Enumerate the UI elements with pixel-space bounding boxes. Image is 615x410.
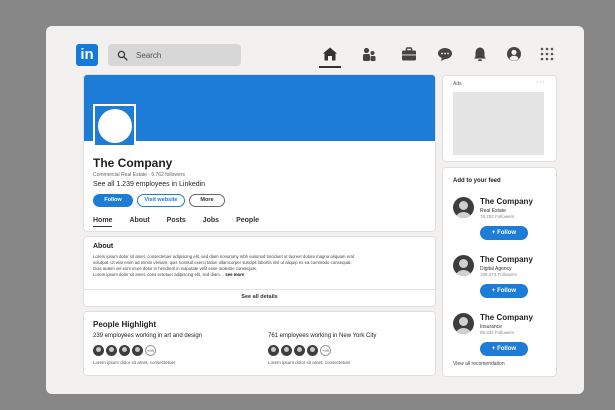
avatar[interactable] (453, 255, 474, 276)
feed-title: Add to your feed (453, 178, 501, 184)
chat-icon[interactable] (436, 45, 454, 63)
avatar-stack: +99 (93, 345, 202, 356)
people-group-caption: Lorem ipsum dolor sit amet, consectetuer (268, 360, 351, 365)
suggestion-followers: 78.292 Followers (480, 214, 515, 219)
suggestion-name[interactable]: The Company (480, 197, 533, 206)
see-more-link[interactable]: see more (225, 272, 244, 277)
tab-about[interactable]: About (129, 217, 149, 227)
about-line: Lorem ipsum dolor sit amet, cons ectetue… (93, 272, 225, 277)
search-icon (117, 50, 128, 61)
feed-suggestions-card: Add to your feed The Company Real Estate… (442, 167, 557, 377)
follow-button[interactable]: + Follow (480, 342, 528, 356)
grid-icon[interactable] (538, 45, 556, 63)
people-highlight-title: People Highlight (93, 320, 157, 329)
people-group-nyc[interactable]: 761 employees working in New York City +… (268, 333, 376, 365)
divider (84, 289, 435, 290)
avatar[interactable] (453, 313, 474, 334)
people-icon[interactable] (360, 45, 378, 63)
people-group-heading: 761 employees working in New York City (268, 333, 377, 339)
ads-label: Ads (453, 81, 462, 87)
avatar (307, 345, 318, 356)
people-group-heading: 239 employees working in art and design (93, 333, 203, 339)
avatar-stack: +99 (268, 345, 376, 356)
people-highlight-card: People Highlight 239 employees working i… (83, 311, 436, 376)
app-window: in Search The Company Commercial Real Es… (46, 26, 584, 394)
briefcase-icon[interactable] (400, 45, 418, 63)
follow-button[interactable]: Follow (93, 194, 133, 207)
tab-jobs[interactable]: Jobs (203, 217, 219, 227)
company-name: The Company (93, 156, 173, 170)
suggestion-name[interactable]: The Company (480, 255, 533, 264)
tab-home[interactable]: Home (93, 217, 113, 227)
follow-button[interactable]: + Follow (480, 284, 528, 298)
see-all-details-link[interactable]: See all details (84, 294, 435, 300)
follow-button[interactable]: + Follow (480, 226, 528, 240)
view-all-recommendations-link[interactable]: View all recomendation (453, 361, 505, 367)
tab-people[interactable]: People (236, 217, 259, 227)
ads-menu-icon[interactable]: ··· (536, 79, 546, 86)
avatar (106, 345, 117, 356)
search-bar[interactable]: Search (108, 44, 241, 66)
cover-banner (84, 75, 435, 141)
more-avatars-badge: +99 (320, 345, 331, 356)
about-title: About (93, 243, 114, 250)
linkedin-logo[interactable]: in (76, 44, 98, 66)
people-group-art[interactable]: 239 employees working in art and design … (93, 333, 202, 365)
avatar (119, 345, 130, 356)
avatar (294, 345, 305, 356)
tab-posts[interactable]: Posts (167, 217, 186, 227)
suggestion-followers: 89.332 Followers (480, 330, 515, 335)
more-avatars-badge: +99 (145, 345, 156, 356)
bell-icon[interactable] (471, 45, 489, 63)
avatar (132, 345, 143, 356)
more-button[interactable]: More (189, 194, 225, 207)
profile-tabs: Home About Posts Jobs People (93, 217, 276, 227)
avatar (93, 345, 104, 356)
people-group-caption: Lorem ipsum dolor sit amet, consectetuer (93, 360, 176, 365)
ads-card: Ads ··· (442, 75, 557, 162)
search-input[interactable]: Search (136, 51, 161, 60)
about-card: About Lorem ipsum dolor sit amet, consec… (83, 236, 436, 307)
home-icon[interactable] (321, 45, 339, 63)
about-text: Lorem ipsum dolor sit amet, consectetuer… (93, 254, 398, 278)
avatar (281, 345, 292, 356)
avatar[interactable] (453, 197, 474, 218)
company-profile-card: The Company Commercial Real Estate · 6.7… (83, 74, 436, 232)
avatar (268, 345, 279, 356)
profile-icon[interactable] (505, 45, 523, 63)
employees-link[interactable]: See all 1.239 employees in Linkedin (93, 181, 205, 188)
ad-placeholder[interactable] (453, 92, 544, 155)
company-subtitle: Commercial Real Estate · 6.762 followers (93, 172, 185, 178)
suggestion-followers: 108.273 Followers (480, 272, 517, 277)
company-logo[interactable] (93, 104, 136, 147)
home-active-indicator (319, 66, 341, 68)
logo-placeholder (97, 108, 132, 143)
visit-website-button[interactable]: Visit website (137, 194, 185, 207)
suggestion-name[interactable]: The Company (480, 313, 533, 322)
